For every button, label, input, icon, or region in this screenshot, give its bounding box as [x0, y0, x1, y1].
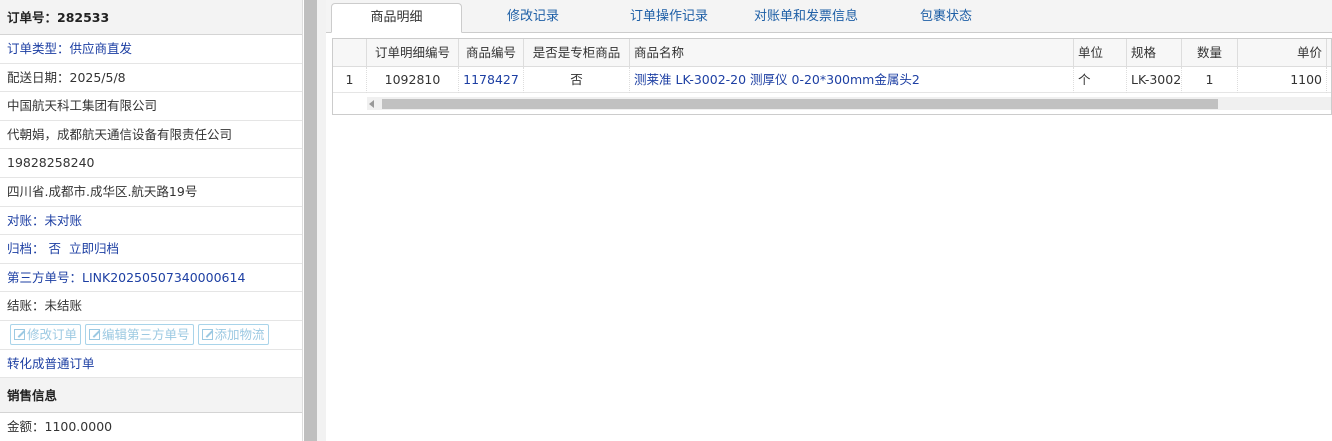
grid-header: 订单明细编号 商品编号 是否是专柜商品 商品名称 单位 规格 数量 单价: [333, 39, 1331, 67]
settlement-status: 结账：未结账: [0, 292, 302, 321]
third-party-number: 第三方单号：LINK20250507340000614: [0, 264, 302, 293]
detail-panel: 商品明细 修改记录 订单操作记录 对账单和发票信息 包裹状态 订单明细编号 商品…: [326, 0, 1332, 441]
header-rownum: [333, 39, 367, 67]
convert-order-link[interactable]: 转化成普通订单: [0, 350, 302, 379]
tab-modify-log[interactable]: 修改记录: [476, 3, 590, 33]
header-is-counter[interactable]: 是否是专柜商品: [524, 39, 630, 67]
horizontal-scrollbar[interactable]: [367, 97, 1331, 110]
archive-label: 归档：: [7, 241, 45, 257]
product-name-link[interactable]: 测莱准 LK-3002-20 测厚仪 0-20*300mm金属头2: [630, 67, 1074, 93]
order-type: 订单类型：供应商直发: [0, 35, 302, 64]
order-info-panel: 订单号：282533 订单类型：供应商直发 配送日期：2025/5/8 中国航天…: [0, 0, 303, 441]
address: 四川省.成都市.成华区.航天路19号: [0, 178, 302, 207]
scrollbar-thumb[interactable]: [304, 0, 317, 441]
scroll-left-icon[interactable]: [369, 100, 374, 108]
tab-package-status[interactable]: 包裹状态: [891, 3, 1001, 33]
edit-icon: [201, 329, 213, 341]
header-detail-id[interactable]: 订单明细编号: [367, 39, 459, 67]
unit-price-cell: 1100: [1238, 67, 1327, 93]
phone-number: 19828258240: [0, 149, 302, 178]
add-logistics-button[interactable]: 添加物流: [197, 324, 269, 346]
tab-bar: 商品明细 修改记录 订单操作记录 对账单和发票信息 包裹状态: [326, 0, 1332, 33]
delivery-date: 配送日期：2025/5/8: [0, 64, 302, 93]
edit-third-party-label: 编辑第三方单号: [102, 327, 190, 343]
header-unit[interactable]: 单位: [1074, 39, 1127, 67]
edit-icon: [89, 329, 101, 341]
tab-operation-log[interactable]: 订单操作记录: [604, 3, 734, 33]
is-counter-cell: 否: [524, 67, 630, 93]
archive-now-link[interactable]: 立即归档: [69, 241, 119, 256]
edit-icon: [14, 329, 25, 341]
unit-cell: 个: [1074, 67, 1127, 93]
scrollbar-thumb[interactable]: [382, 99, 1218, 109]
add-logistics-label: 添加物流: [214, 327, 265, 343]
reconcile-status: 对账：未对账: [0, 207, 302, 236]
edit-order-button[interactable]: 修改订单: [10, 324, 82, 346]
detail-id-cell: 1092810: [367, 67, 459, 93]
splitter-gap: [317, 0, 326, 441]
spec-cell: LK-3002: [1127, 67, 1182, 93]
archive-value: 否: [48, 241, 62, 257]
header-quantity[interactable]: 数量: [1182, 39, 1238, 67]
sales-amount: 金额：1100.0000: [0, 413, 302, 441]
header-product-id[interactable]: 商品编号: [459, 39, 524, 67]
edit-order-label: 修改订单: [27, 327, 78, 343]
company-name: 中国航天科工集团有限公司: [0, 92, 302, 121]
product-id-link[interactable]: 1178427: [459, 67, 524, 93]
header-unit-price[interactable]: 单价: [1238, 39, 1327, 67]
contact-info: 代朝娟，成都航天通信设备有限责任公司: [0, 121, 302, 150]
tab-invoice-info[interactable]: 对账单和发票信息: [736, 3, 876, 33]
order-number: 订单号：282533: [0, 0, 302, 35]
quantity-cell: 1: [1182, 67, 1238, 93]
header-product-name[interactable]: 商品名称: [630, 39, 1074, 67]
tab-product-details[interactable]: 商品明细: [331, 3, 462, 33]
archive-row: 归档： 否 立即归档: [0, 235, 302, 264]
edit-third-party-button[interactable]: 编辑第三方单号: [85, 324, 194, 346]
action-buttons: 修改订单 编辑第三方单号 添加物流: [0, 321, 302, 350]
header-spec[interactable]: 规格: [1127, 39, 1182, 67]
sales-info-header: 销售信息: [0, 378, 302, 414]
row-index: 1: [333, 67, 367, 93]
product-grid: 订单明细编号 商品编号 是否是专柜商品 商品名称 单位 规格 数量 单价 1 1…: [332, 38, 1332, 115]
panel-scrollbar[interactable]: [304, 0, 317, 441]
table-row[interactable]: 1 1092810 1178427 否 测莱准 LK-3002-20 测厚仪 0…: [333, 67, 1331, 93]
